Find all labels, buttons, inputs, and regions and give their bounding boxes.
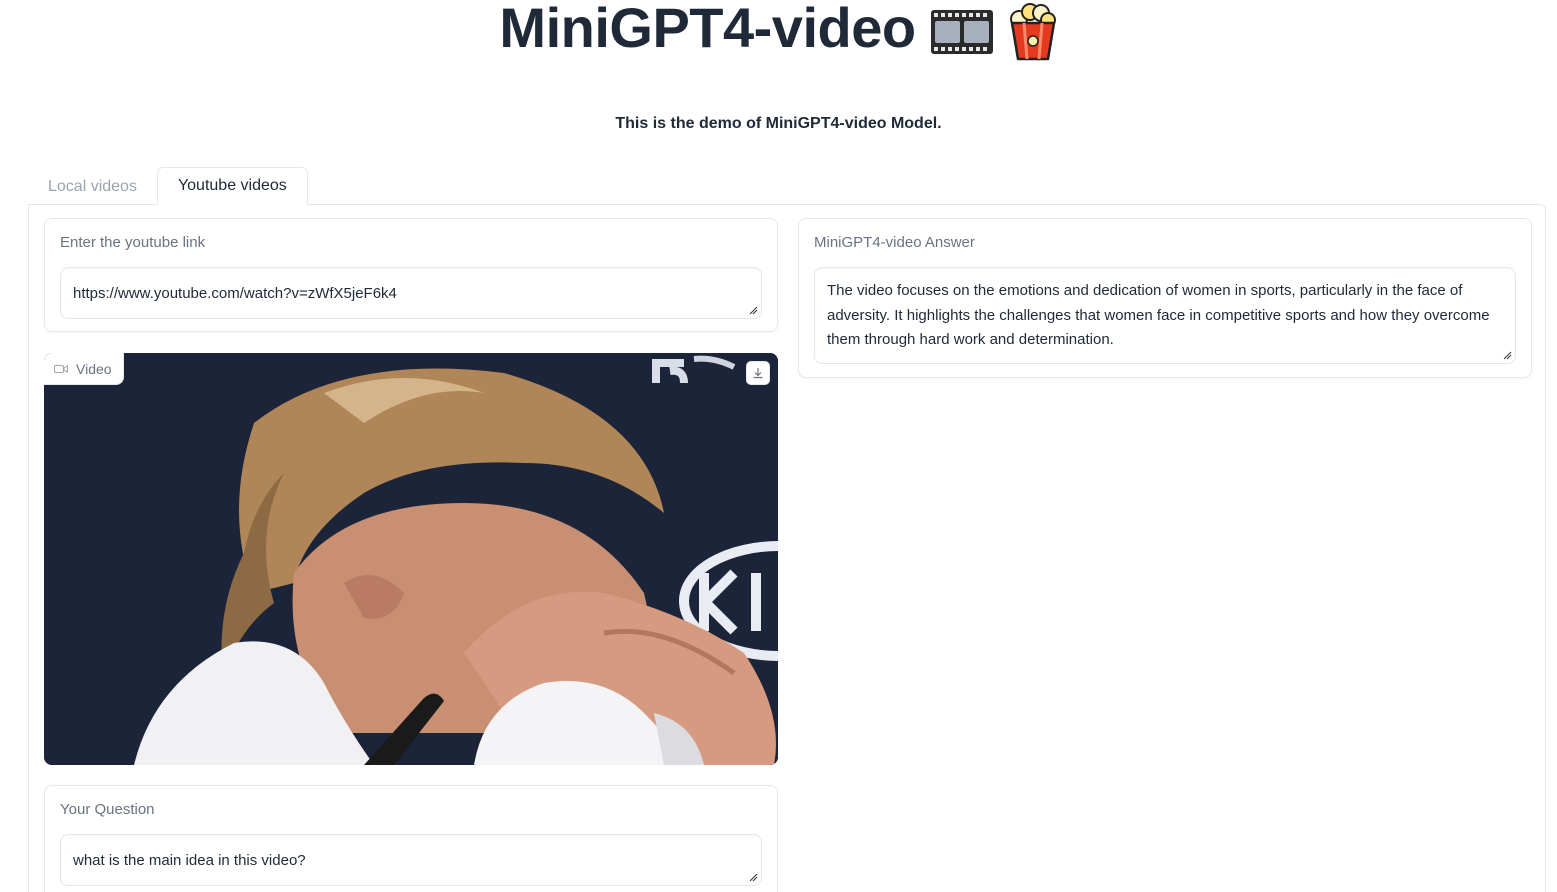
answer-textarea[interactable]: The video focuses on the emotions and de… <box>814 267 1516 364</box>
answer-label: MiniGPT4-video Answer <box>814 234 975 251</box>
video-player[interactable]: Video <box>44 353 778 765</box>
tab-local-videos[interactable]: Local videos <box>28 169 157 205</box>
tab-bar: Local videos Youtube videos <box>28 167 308 205</box>
app-page: MiniGPT4-video This is the demo of MiniG… <box>0 0 1557 892</box>
popcorn-icon <box>1008 3 1058 61</box>
video-frame <box>44 353 778 765</box>
film-frames-icon <box>930 7 994 57</box>
video-camera-icon <box>54 364 68 373</box>
answer-block: MiniGPT4-video Answer The video focuses … <box>798 218 1532 378</box>
question-input[interactable]: what is the main idea in this video? <box>60 834 762 886</box>
resize-handle-icon[interactable] <box>1503 351 1512 360</box>
tab-youtube-videos[interactable]: Youtube videos <box>156 167 308 205</box>
question-block: Your Question what is the main idea in t… <box>44 785 778 892</box>
resize-handle-icon[interactable] <box>749 873 758 882</box>
resize-handle-icon[interactable] <box>749 306 758 315</box>
page-title-text: MiniGPT4-video <box>499 0 916 59</box>
question-label: Your Question <box>60 801 155 818</box>
page-title: MiniGPT4-video <box>0 0 1557 68</box>
answer-value: The video focuses on the emotions and de… <box>827 282 1490 348</box>
youtube-link-label: Enter the youtube link <box>60 234 206 251</box>
page-subtitle: This is the demo of MiniGPT4-video Model… <box>615 115 942 132</box>
video-label: Video <box>76 360 112 377</box>
question-value: what is the main idea in this video? <box>73 852 306 869</box>
youtube-link-block: Enter the youtube link https://www.youtu… <box>44 218 778 332</box>
download-icon <box>753 368 763 379</box>
video-label-badge: Video <box>44 353 124 385</box>
download-button[interactable] <box>746 361 770 385</box>
youtube-link-value: https://www.youtube.com/watch?v=zWfX5jeF… <box>73 285 397 302</box>
youtube-link-input[interactable]: https://www.youtube.com/watch?v=zWfX5jeF… <box>60 267 762 319</box>
